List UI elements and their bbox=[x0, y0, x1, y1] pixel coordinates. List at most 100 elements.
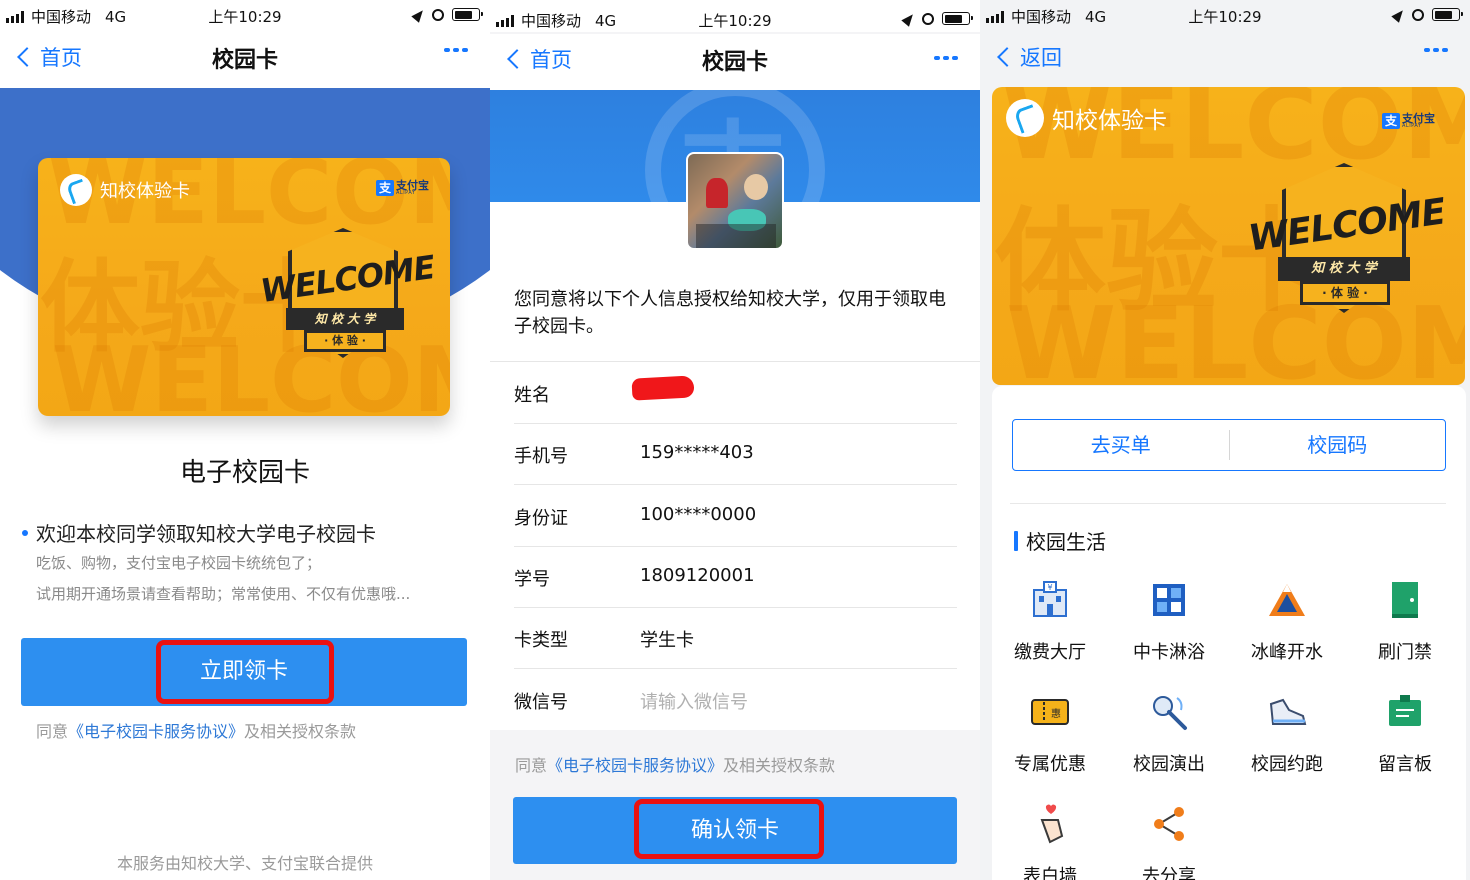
welcome-text: 欢迎本校同学领取知校大学电子校园卡 bbox=[36, 522, 376, 546]
location-icon bbox=[901, 10, 917, 27]
chevron-left-icon bbox=[997, 47, 1017, 67]
alarm-icon bbox=[1412, 8, 1424, 21]
microphone-icon bbox=[1147, 690, 1191, 734]
location-icon bbox=[411, 6, 427, 23]
field-label: 姓名 bbox=[514, 385, 550, 406]
badge-ribbon-bottom: · 体 验 · bbox=[304, 330, 386, 352]
alipay-en: ALIPAY bbox=[1402, 123, 1422, 129]
divider bbox=[1010, 503, 1446, 504]
campus-code-button[interactable]: 校园码 bbox=[1230, 420, 1446, 470]
card-name: 知校体验卡 bbox=[1052, 108, 1167, 134]
description-line-2: 试用期开通场景请查看帮助；常常使用、不仅有优惠哦... bbox=[36, 585, 411, 603]
welcome-badge: WELCOME 知 校 大 学 · 体 验 · bbox=[1242, 157, 1452, 327]
screen-apply-intro: 中国移动 4G 上午10:29 首页 校园卡 WELCOME 体验卡 WELCO… bbox=[0, 0, 490, 880]
back-label: 返回 bbox=[1020, 46, 1062, 70]
highlight-annotation bbox=[634, 799, 824, 859]
service-message-board[interactable]: 留言板 bbox=[1350, 690, 1460, 776]
badge-ribbon-bottom: · 体 验 · bbox=[1300, 281, 1390, 305]
more-menu-icon[interactable] bbox=[1424, 48, 1448, 52]
field-name: 姓名 bbox=[514, 362, 957, 423]
welcome-badge: WELCOME 知 校 大 学 · 体 验 · bbox=[252, 218, 442, 368]
service-payment-hall[interactable]: ¥ 缴费大厅 bbox=[995, 578, 1105, 664]
redaction-mark bbox=[631, 375, 695, 401]
service-title: 电子校园卡 bbox=[179, 458, 310, 488]
badge-ribbon-top: 知 校 大 学 bbox=[1278, 257, 1410, 281]
field-value: 1809120001 bbox=[640, 565, 755, 586]
nav-bar: 首页 校园卡 bbox=[490, 34, 980, 90]
authorization-intro: 您同意将以下个人信息授权给知校大学，仅用于领取电子校园卡。 bbox=[514, 289, 946, 337]
highlight-annotation bbox=[156, 640, 334, 704]
status-bar: 中国移动 4G 上午10:29 bbox=[0, 0, 490, 32]
service-label: 校园演出 bbox=[1133, 754, 1205, 775]
service-hot-water[interactable]: 冰峰开水 bbox=[1232, 578, 1342, 664]
service-running[interactable]: 校园约跑 bbox=[1232, 690, 1342, 776]
shower-grid-icon bbox=[1147, 578, 1191, 622]
section-title-text: 校园生活 bbox=[1026, 530, 1106, 554]
card-brand: 知校体验卡 bbox=[60, 174, 190, 206]
page-title: 校园卡 bbox=[701, 50, 768, 75]
service-offers[interactable]: 惠 专属优惠 bbox=[995, 690, 1105, 776]
agreement-link[interactable]: 《电子校园卡服务协议》 bbox=[547, 756, 723, 775]
field-student-id: 学号 1809120001 bbox=[514, 546, 957, 607]
location-icon bbox=[1391, 6, 1407, 23]
service-label: 中卡淋浴 bbox=[1133, 642, 1205, 663]
zhixiao-logo-icon bbox=[60, 174, 92, 206]
svg-text:惠: 惠 bbox=[1051, 707, 1061, 720]
nav-bar: 首页 校园卡 bbox=[0, 32, 490, 88]
agreement-text: 同意《电子校园卡服务协议》及相关授权条款 bbox=[515, 752, 835, 776]
alipay-icon: 支 bbox=[376, 180, 394, 196]
wechat-input[interactable]: 请输入微信号 bbox=[640, 688, 748, 714]
service-label: 专属优惠 bbox=[1014, 754, 1086, 775]
card-name: 知校体验卡 bbox=[100, 181, 190, 202]
screen-authorize: 中国移动 4G 上午10:29 首页 校园卡 支 您同意将以下个人信息授权给知校… bbox=[490, 0, 980, 880]
field-phone: 手机号 159*****403 bbox=[514, 423, 957, 484]
mountain-icon bbox=[1265, 578, 1309, 622]
field-wechat[interactable]: 微信号 请输入微信号 bbox=[514, 669, 957, 730]
alipay-en: ALIPAY bbox=[396, 190, 416, 196]
coupon-icon: 惠 bbox=[1028, 690, 1072, 734]
door-icon bbox=[1383, 578, 1427, 622]
agreement-suffix: 及相关授权条款 bbox=[723, 756, 836, 775]
alarm-icon bbox=[922, 12, 934, 25]
card-actions: 去买单 校园码 bbox=[1012, 419, 1446, 471]
agreement-link[interactable]: 《电子校园卡服务协议》 bbox=[68, 722, 244, 741]
campus-card-image: WELCOME 体验卡 WELCOME 知校体验卡 支 支付宝ALIPAY WE… bbox=[992, 87, 1465, 385]
building-icon: ¥ bbox=[1028, 578, 1072, 622]
svg-text:¥: ¥ bbox=[1047, 583, 1052, 592]
status-bar: 中国移动 4G 上午10:29 bbox=[980, 0, 1470, 32]
agreement-prefix: 同意 bbox=[515, 756, 548, 775]
field-card-type: 卡类型 学生卡 bbox=[514, 607, 957, 668]
more-menu-icon[interactable] bbox=[444, 48, 468, 52]
field-label: 手机号 bbox=[514, 446, 568, 467]
user-avatar bbox=[686, 152, 784, 250]
sneaker-icon bbox=[1265, 690, 1309, 734]
provider-note: 本服务由知校大学、支付宝联合提供 bbox=[116, 854, 373, 873]
campus-card-image: WELCOME 体验卡 WELCOME 知校体验卡 支 支付宝ALIPAY WE… bbox=[38, 158, 450, 416]
battery-icon bbox=[452, 8, 483, 21]
message-board-icon bbox=[1383, 690, 1427, 734]
finger-heart-icon bbox=[1028, 802, 1072, 846]
service-shower[interactable]: 中卡淋浴 bbox=[1114, 578, 1224, 664]
description-line-1: 吃饭、购物，支付宝电子校园卡统统包了； bbox=[36, 554, 322, 572]
status-bar: 中国移动 4G 上午10:29 bbox=[490, 0, 980, 32]
service-label: 校园约跑 bbox=[1251, 754, 1323, 775]
field-value: 学生卡 bbox=[640, 630, 694, 651]
nav-bar: 返回 bbox=[980, 32, 1470, 88]
service-label: 缴费大厅 bbox=[1014, 642, 1086, 663]
service-label: 表白墙 bbox=[1023, 866, 1077, 880]
page-title: 校园卡 bbox=[211, 48, 278, 73]
alipay-logo: 支 支付宝 ALIPAY bbox=[376, 180, 429, 196]
service-confession-wall[interactable]: 表白墙 bbox=[995, 802, 1105, 880]
back-button[interactable]: 返回 bbox=[996, 42, 1062, 72]
agreement-prefix: 同意 bbox=[36, 722, 69, 741]
field-label: 学号 bbox=[514, 569, 550, 590]
pay-button[interactable]: 去买单 bbox=[1013, 420, 1229, 470]
field-label: 微信号 bbox=[514, 692, 568, 713]
service-share[interactable]: 去分享 bbox=[1114, 802, 1224, 880]
service-label: 去分享 bbox=[1142, 866, 1196, 880]
welcome-bullet: 欢迎本校同学领取知校大学电子校园卡 bbox=[22, 518, 376, 547]
more-menu-icon[interactable] bbox=[934, 56, 958, 60]
service-door-access[interactable]: 刷门禁 bbox=[1350, 578, 1460, 664]
card-brand: 知校体验卡 bbox=[1006, 99, 1167, 137]
service-performance[interactable]: 校园演出 bbox=[1114, 690, 1224, 776]
